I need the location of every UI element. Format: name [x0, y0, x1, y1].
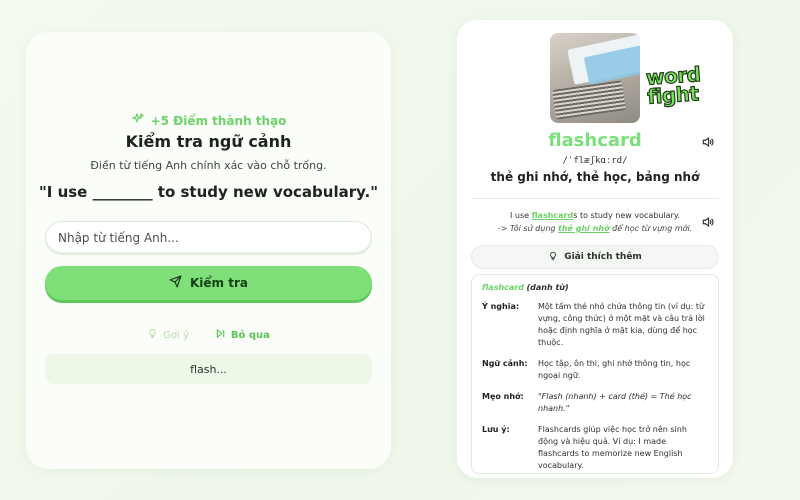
- detail-row: Mẹo nhớ: "Flash (nhanh) + card (thẻ) = T…: [482, 392, 692, 413]
- quiz-card: +5 Điểm thành thạo Kiểm tra ngữ cảnh Điề…: [26, 32, 391, 469]
- speaker-icon[interactable]: [701, 134, 715, 148]
- lightbulb-icon: [548, 251, 558, 264]
- detail-row: Ý nghĩa: Một tấm thẻ nhỏ chứa thông tin …: [482, 302, 705, 347]
- quiz-title: Kiểm tra ngữ cảnh: [125, 132, 292, 151]
- explain-more-button[interactable]: Giải thích thêm: [471, 245, 719, 269]
- word-meaning: thẻ ghi nhớ, thẻ học, bảng nhớ: [490, 170, 700, 184]
- skip-forward-icon: [215, 328, 226, 342]
- answer-input[interactable]: [45, 221, 372, 255]
- hint-actions: Gợi ý Bỏ qua: [26, 328, 391, 342]
- detail-row: Ngữ cảnh: Học tập, ôn thi, ghi nhớ thông…: [482, 359, 691, 380]
- check-button-label: Kiểm tra: [190, 276, 248, 290]
- explain-more-label: Giải thích thêm: [564, 252, 642, 262]
- skip-button[interactable]: Bỏ qua: [215, 328, 270, 342]
- lightbulb-icon: [147, 328, 158, 342]
- phonetic: /ˈflæʃkɑːrd/: [562, 156, 628, 166]
- explanation-panel: flashcard (danh từ) Ý nghĩa: Một tấm thẻ…: [471, 274, 719, 474]
- vocab-word: flashcard: [548, 130, 642, 151]
- send-icon: [169, 275, 182, 291]
- detail-row: Lưu ý: Flashcards giúp việc học trở nên …: [482, 425, 687, 470]
- mastery-points: +5 Điểm thành thạo: [26, 112, 391, 129]
- hint-label: Gợi ý: [163, 329, 189, 341]
- divider: [471, 198, 719, 199]
- hint-box: flash...: [45, 354, 372, 384]
- quiz-sentence: "I use ________ to study new vocabulary.…: [38, 183, 379, 201]
- flashcard-photo: [550, 33, 640, 123]
- hint-button[interactable]: Gợi ý: [147, 328, 189, 342]
- speaker-icon[interactable]: [701, 214, 715, 228]
- check-button[interactable]: Kiểm tra: [45, 266, 372, 300]
- example-sentence: I use flashcards to study new vocabulary…: [497, 211, 693, 233]
- quiz-instruction: Điền từ tiếng Anh chính xác vào chỗ trốn…: [90, 159, 327, 172]
- points-label: +5 Điểm thành thạo: [150, 113, 287, 128]
- flashcard-card: word fight flashcard /ˈflæʃkɑːrd/ thẻ gh…: [457, 20, 733, 478]
- sparkle-icon: [131, 112, 145, 129]
- example-vi-highlight: thẻ ghi nhớ: [558, 224, 610, 233]
- skip-label: Bỏ qua: [230, 329, 270, 341]
- example-highlight: flashcard: [531, 211, 574, 220]
- wordfight-logo: word fight: [645, 61, 702, 109]
- detail-heading: flashcard (danh từ): [482, 283, 569, 292]
